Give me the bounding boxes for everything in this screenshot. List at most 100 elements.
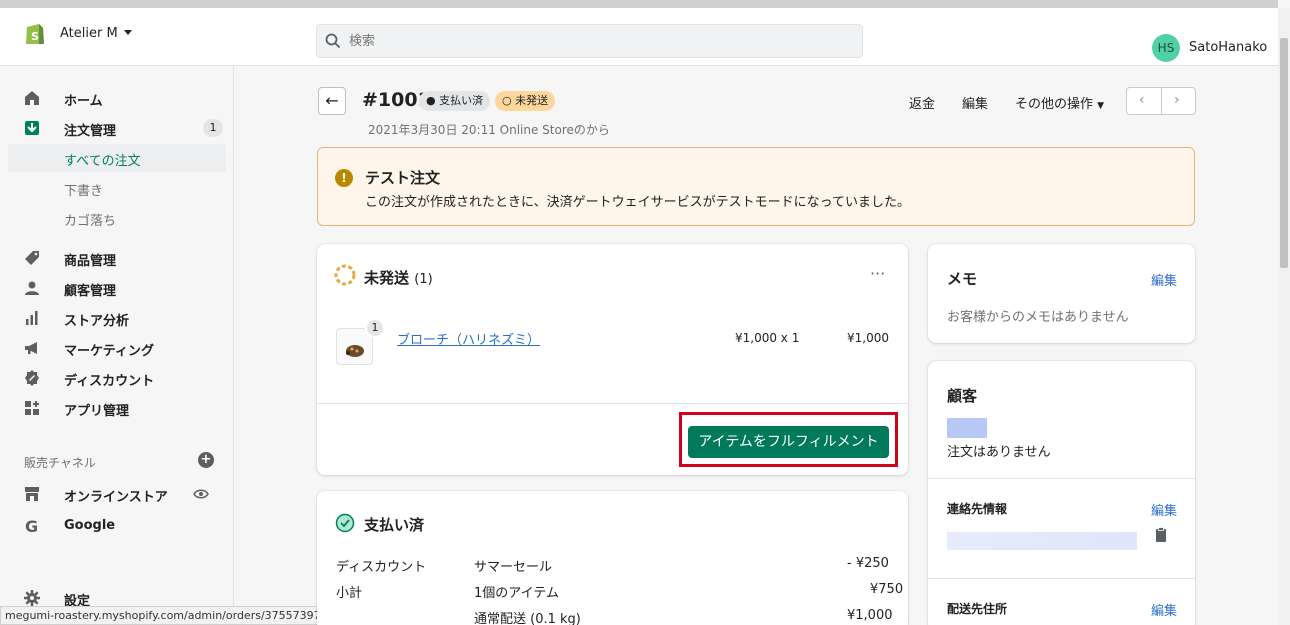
- fulfill-items-button[interactable]: アイテムをフルフィルメント: [688, 426, 889, 458]
- store-name[interactable]: Atelier M: [60, 26, 118, 41]
- search-icon: [325, 33, 341, 49]
- test-order-banner: ! テスト注文 この注文が作成されたときに、決済ゲートウェイサービスがテストモー…: [317, 147, 1195, 226]
- top-bar: S Atelier M HS SatoHanako: [0, 0, 1278, 66]
- scrollbar-thumb[interactable]: [1280, 38, 1288, 268]
- sidebar-item-label: ホーム: [64, 94, 103, 109]
- order-date: 2021年3月30日 20:11 Online Storeのから: [368, 123, 610, 137]
- sidebar-item-label: 注文管理: [64, 124, 117, 139]
- sidebar: ホーム 注文管理 1 すべての注文 下書き カゴ落ち 商品管理 顧客管理 ストア…: [0, 66, 234, 625]
- sidebar-item-label: オンラインストア: [64, 490, 168, 505]
- user-name[interactable]: SatoHanako: [1189, 40, 1267, 55]
- sidebar-item-home[interactable]: ホーム: [0, 84, 234, 112]
- gear-icon: [24, 590, 40, 606]
- sidebar-item-online-store[interactable]: オンラインストア: [0, 480, 234, 508]
- chevron-right-icon[interactable]: ›: [1174, 92, 1180, 108]
- back-button[interactable]: ←: [318, 87, 346, 115]
- sidebar-item-customers[interactable]: 顧客管理: [0, 274, 234, 302]
- person-icon: [25, 281, 39, 295]
- redacted-customer-name: [947, 418, 987, 438]
- customer-card: 顧客 注文はありません 連絡先情報 編集 配送先住所 編集: [928, 361, 1195, 625]
- shipping-desc: 通常配送 (0.1 kg): [474, 612, 581, 625]
- sidebar-item-analytics[interactable]: ストア分析: [0, 304, 234, 332]
- more-actions-label: その他の操作: [1015, 97, 1094, 112]
- shipping-edit-link[interactable]: 編集: [1151, 600, 1177, 619]
- avatar[interactable]: HS: [1152, 34, 1180, 62]
- chevron-left-icon[interactable]: ‹: [1139, 92, 1145, 108]
- item-price-qty: ¥1,000 x 1: [735, 331, 800, 345]
- edit-order-button[interactable]: 編集: [962, 93, 988, 112]
- home-icon: [25, 91, 39, 105]
- discount-desc: サマーセール: [474, 560, 553, 575]
- product-link[interactable]: ブローチ（ハリネズミ）: [397, 329, 540, 348]
- refund-button[interactable]: 返金: [909, 93, 935, 112]
- search-input[interactable]: [349, 25, 849, 57]
- banner-text: この注文が作成されたときに、決済ゲートウェイサービスがテストモードになっていまし…: [365, 195, 910, 210]
- sales-channels-heading: 販売チャネル: [24, 456, 96, 470]
- paid-title: 支払い済: [364, 516, 425, 534]
- chevron-down-icon[interactable]: [124, 30, 132, 35]
- memo-edit-link[interactable]: 編集: [1151, 270, 1177, 289]
- orders-icon: [25, 121, 39, 135]
- unfulfilled-status-label: 未発送: [515, 94, 549, 107]
- banner-title: テスト注文: [365, 169, 441, 187]
- unfulfilled-status-badge: ○ 未発送: [495, 91, 556, 111]
- sidebar-item-discounts[interactable]: ディスカウント: [0, 364, 234, 392]
- sidebar-item-all-orders[interactable]: すべての注文: [8, 144, 226, 172]
- sidebar-item-drafts[interactable]: 下書き: [0, 174, 234, 202]
- sidebar-item-label: ストア分析: [64, 314, 130, 329]
- redacted-email: [947, 532, 1137, 550]
- more-actions-button[interactable]: その他の操作 ▼: [1015, 93, 1104, 112]
- sidebar-item-google[interactable]: G Google: [0, 512, 234, 540]
- sidebar-item-label: Google: [64, 518, 116, 533]
- tag-icon: [25, 251, 39, 265]
- sidebar-item-label: 下書き: [64, 184, 104, 199]
- megaphone-icon: [25, 342, 37, 354]
- eye-icon[interactable]: [193, 486, 209, 502]
- more-options-icon[interactable]: ···: [870, 264, 885, 283]
- shopify-logo-icon[interactable]: S: [24, 22, 46, 46]
- sidebar-item-apps[interactable]: アプリ管理: [0, 394, 234, 422]
- item-total: ¥1,000: [847, 331, 889, 345]
- search-bar[interactable]: [316, 24, 863, 58]
- memo-text: お客様からのメモはありません: [947, 310, 1129, 325]
- paid-card: 支払い済 ディスカウント サマーセール - ¥250 小計 1個のアイテム ¥7…: [317, 491, 908, 625]
- discount-icon: [25, 370, 39, 386]
- quantity-badge: 1: [365, 318, 385, 338]
- clipboard-icon[interactable]: [1155, 527, 1167, 543]
- contact-info-title: 連絡先情報: [947, 502, 1008, 516]
- sidebar-item-abandoned[interactable]: カゴ落ち: [0, 204, 234, 232]
- warning-icon: !: [335, 169, 353, 187]
- scrollbar[interactable]: [1278, 8, 1290, 625]
- customer-orders-text: 注文はありません: [947, 445, 1051, 460]
- customer-title: 顧客: [947, 387, 978, 405]
- add-channel-plus-icon[interactable]: +: [198, 452, 214, 468]
- discount-label: ディスカウント: [336, 560, 427, 575]
- shipping-address-title: 配送先住所: [947, 602, 1008, 616]
- paid-status-label: 支払い済: [439, 94, 484, 107]
- subtotal-label: 小計: [336, 586, 363, 601]
- sidebar-item-label: 商品管理: [64, 254, 117, 269]
- sidebar-item-marketing[interactable]: マーケティング: [0, 334, 234, 362]
- sidebar-item-label: ディスカウント: [64, 374, 155, 389]
- sidebar-item-orders[interactable]: 注文管理 1: [0, 114, 234, 142]
- unfulfilled-title: 未発送 (1): [364, 269, 433, 287]
- orders-count-badge: 1: [203, 119, 223, 137]
- apps-icon: [25, 401, 39, 415]
- store-icon: [25, 487, 39, 501]
- chevron-down-icon: ▼: [1097, 101, 1105, 111]
- unfulfilled-card: 未発送 (1) ··· 1 ブローチ（ハリネズミ） ¥1,000 x 1 ¥1,…: [317, 244, 908, 475]
- sidebar-item-products[interactable]: 商品管理: [0, 244, 234, 272]
- svg-text:S: S: [31, 30, 39, 43]
- sidebar-item-label: 顧客管理: [64, 284, 117, 299]
- google-icon: G: [25, 518, 38, 534]
- arrow-left-icon: ←: [325, 91, 339, 110]
- sidebar-item-label: アプリ管理: [64, 404, 130, 419]
- svg-text:G: G: [25, 518, 38, 534]
- shipping-value: ¥1,000: [847, 608, 893, 623]
- contact-edit-link[interactable]: 編集: [1151, 500, 1177, 519]
- subtotal-value: ¥750: [870, 582, 904, 597]
- paid-status-badge: ● 支払い済: [419, 91, 491, 111]
- discount-value: - ¥250: [847, 556, 889, 571]
- memo-title: メモ: [947, 270, 978, 288]
- sidebar-item-label: すべての注文: [64, 154, 141, 169]
